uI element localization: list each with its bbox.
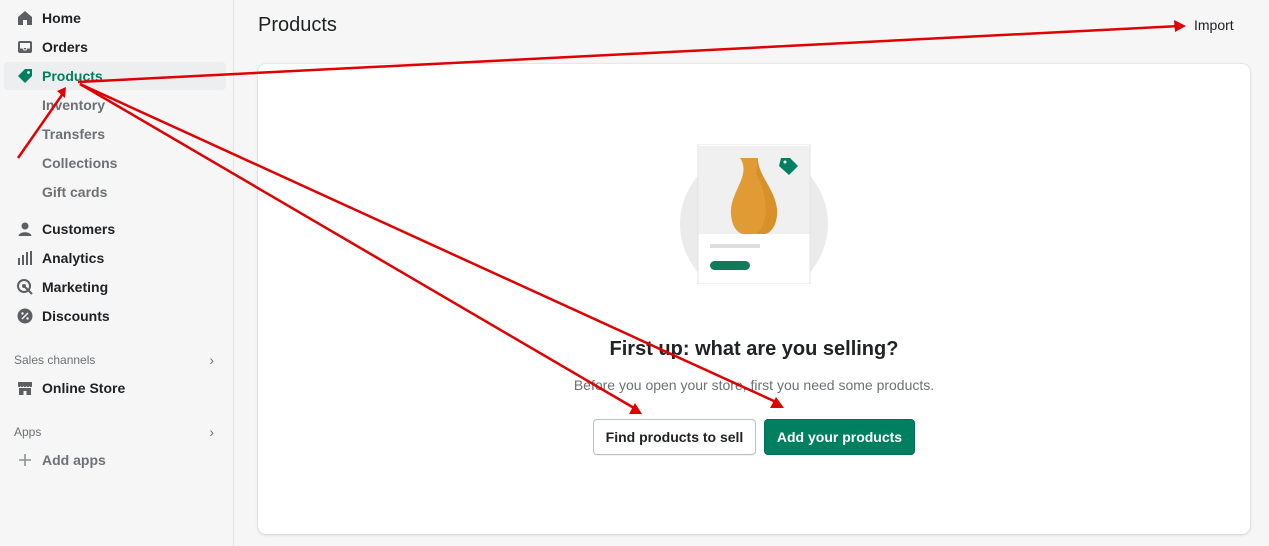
empty-state-text: Before you open your store, first you ne… <box>573 377 935 393</box>
add-apps-button[interactable]: Add apps <box>4 446 226 474</box>
sidebar-item-label: Home <box>42 10 81 26</box>
page-title: Products <box>258 14 337 36</box>
sales-channels-label: Sales channels <box>14 353 96 367</box>
sales-channels-header[interactable]: Sales channels › <box>14 352 214 368</box>
sidebar-item-label: Analytics <box>42 250 105 266</box>
apps-header[interactable]: Apps › <box>14 424 214 440</box>
add-apps-label: Add apps <box>42 452 106 468</box>
product-illustration <box>678 144 830 284</box>
sidebar-subitem-collections[interactable]: Collections <box>42 151 117 175</box>
sidebar-item-label: Customers <box>42 221 116 237</box>
sidebar-item-label: Products <box>42 68 103 84</box>
person-icon <box>16 220 34 238</box>
sidebar-item-label: Orders <box>42 39 88 55</box>
bar-chart-icon <box>16 249 34 267</box>
sidebar-subitem-inventory[interactable]: Inventory <box>42 93 105 117</box>
chevron-right-icon[interactable]: › <box>209 352 214 368</box>
discount-icon <box>16 307 34 325</box>
sidebar-item-label: Marketing <box>42 279 109 295</box>
home-icon <box>16 9 34 27</box>
find-products-button[interactable]: Find products to sell <box>593 419 756 455</box>
sidebar-item-orders[interactable]: Orders <box>4 33 226 61</box>
sidebar-item-discounts[interactable]: Discounts <box>4 302 226 330</box>
empty-state-card: First up: what are you selling? Before y… <box>258 64 1250 534</box>
empty-state-heading: First up: what are you selling? <box>609 338 899 360</box>
sidebar-item-label: Online Store <box>42 380 126 396</box>
sidebar-item-marketing[interactable]: Marketing <box>4 273 226 301</box>
import-button[interactable]: Import <box>1194 17 1234 33</box>
apps-label: Apps <box>14 425 42 439</box>
sidebar-subitem-transfers[interactable]: Transfers <box>42 122 105 146</box>
sidebar-item-online-store[interactable]: Online Store <box>4 374 226 402</box>
chevron-right-icon[interactable]: › <box>209 424 214 440</box>
sidebar-item-analytics[interactable]: Analytics <box>4 244 226 272</box>
plus-icon <box>16 451 34 469</box>
sidebar-item-home[interactable]: Home <box>4 4 226 32</box>
sidebar: Home Orders Products Inventory Transfers… <box>0 0 234 546</box>
tag-icon <box>16 67 34 85</box>
sidebar-item-label: Discounts <box>42 308 110 324</box>
sidebar-subitem-gift-cards[interactable]: Gift cards <box>42 180 107 204</box>
sidebar-item-customers[interactable]: Customers <box>4 215 226 243</box>
store-icon <box>16 379 34 397</box>
inbox-icon <box>16 38 34 56</box>
sidebar-item-products[interactable]: Products <box>4 62 226 90</box>
target-icon <box>16 278 34 296</box>
arrowhead-import <box>1174 20 1186 32</box>
add-products-button[interactable]: Add your products <box>764 419 915 455</box>
